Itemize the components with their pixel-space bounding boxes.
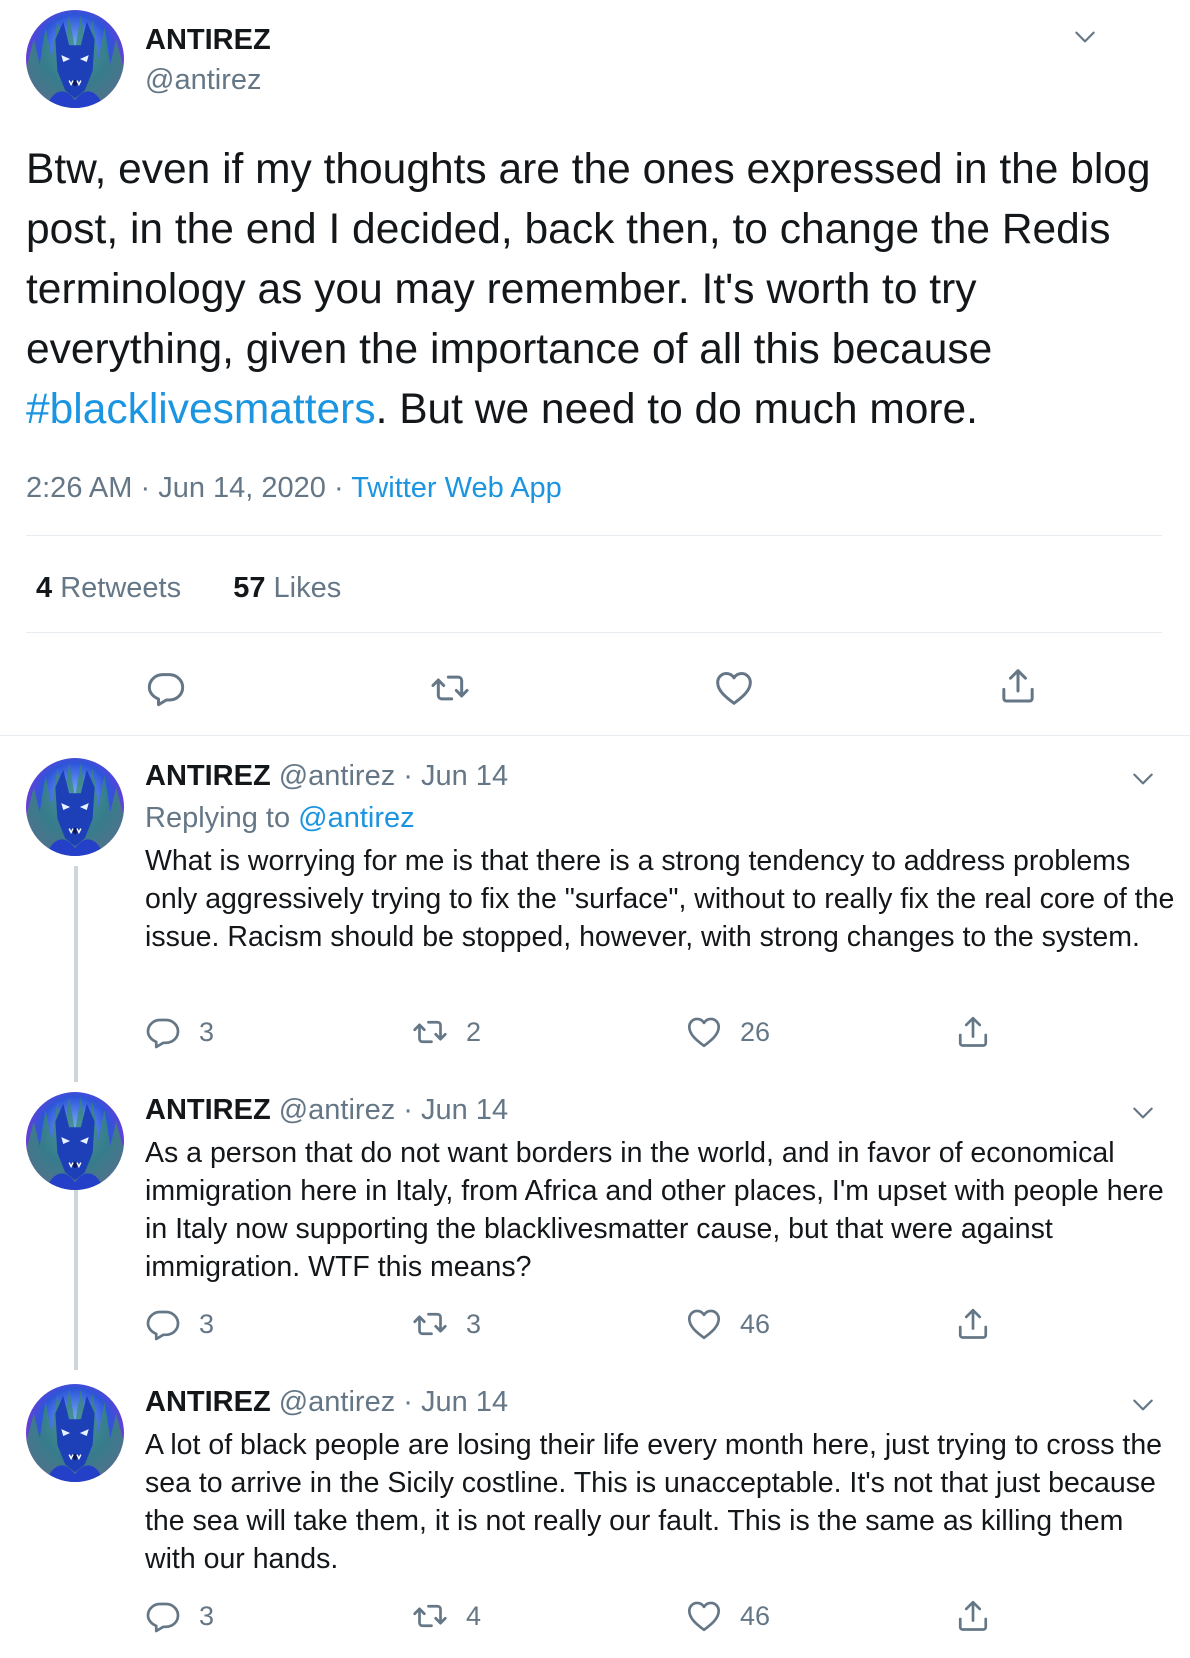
- reply-text: As a person that do not want borders in …: [145, 1137, 1164, 1283]
- separator: ·: [140, 472, 151, 504]
- retweets-stat[interactable]: 4 Retweets: [36, 572, 181, 604]
- retweet-count: 4: [466, 1600, 482, 1631]
- author-display-name[interactable]: ANTIREZ: [145, 760, 271, 792]
- share-icon: [955, 1598, 991, 1634]
- likes-count: 57: [233, 572, 266, 604]
- thread-line: [74, 1190, 78, 1370]
- divider: [26, 535, 1162, 536]
- author-display-name[interactable]: ANTIREZ: [145, 1386, 271, 1418]
- retweets-count: 4: [36, 572, 53, 604]
- author-handle[interactable]: @antirez: [145, 64, 261, 97]
- reply-icon[interactable]: [146, 668, 186, 708]
- share-button[interactable]: [955, 1014, 1009, 1050]
- replying-to-label: Replying to: [145, 802, 291, 834]
- share-button[interactable]: [955, 1598, 1009, 1634]
- tweet-text-body: Btw, even if my thoughts are the ones ex…: [26, 146, 1151, 373]
- tweet-stats: 4 Retweets 57 Likes: [36, 572, 341, 605]
- tweet-text-end: . But we need to do much more.: [375, 386, 978, 433]
- author-display-name[interactable]: ANTIREZ: [145, 24, 271, 57]
- share-icon: [955, 1306, 991, 1342]
- reply-text: A lot of black people are losing their l…: [145, 1429, 1163, 1575]
- tweet-text: Btw, even if my thoughts are the ones ex…: [26, 140, 1166, 440]
- like-icon[interactable]: [714, 668, 754, 708]
- reply-text: What is worrying for me is that there is…: [145, 845, 1175, 953]
- avatar-image: [26, 1384, 124, 1482]
- like-icon: [686, 1598, 722, 1634]
- retweet-icon: [412, 1014, 448, 1050]
- tweet-date[interactable]: · Jun 14: [403, 760, 508, 792]
- replying-to: Replying to @antirez: [145, 802, 415, 835]
- chevron-down-icon[interactable]: [1130, 1100, 1156, 1126]
- reply-header: ANTIREZ @antirez · Jun 14: [145, 1386, 508, 1419]
- avatar[interactable]: [26, 758, 124, 856]
- retweets-label: Retweets: [60, 572, 182, 604]
- author-handle[interactable]: @antirez: [279, 760, 395, 792]
- separator: ·: [333, 472, 344, 504]
- author-display-name[interactable]: ANTIREZ: [145, 1094, 271, 1126]
- author-handle[interactable]: @antirez: [279, 1386, 395, 1418]
- like-icon: [686, 1306, 722, 1342]
- reply-icon: [145, 1014, 181, 1050]
- tweet-source-link[interactable]: Twitter Web App: [351, 472, 562, 504]
- reply-button[interactable]: 3: [145, 1306, 214, 1342]
- reply-icon: [145, 1598, 181, 1634]
- retweet-count: 3: [466, 1308, 482, 1339]
- like-icon: [686, 1014, 722, 1050]
- reply-header: ANTIREZ @antirez · Jun 14: [145, 1094, 508, 1127]
- avatar-image: [26, 758, 124, 856]
- tweet-meta: 2:26 AM · Jun 14, 2020 · Twitter Web App: [26, 472, 562, 505]
- hashtag-link[interactable]: #blacklivesmatters: [26, 386, 376, 433]
- reply-count: 3: [199, 1016, 215, 1047]
- tweet-time[interactable]: 2:26 AM: [26, 472, 132, 504]
- like-count: 26: [740, 1016, 771, 1047]
- like-button[interactable]: 26: [686, 1014, 770, 1050]
- reply-count: 3: [199, 1600, 215, 1631]
- like-button[interactable]: 46: [686, 1306, 770, 1342]
- like-count: 46: [740, 1308, 771, 1339]
- avatar[interactable]: [26, 1384, 124, 1482]
- thread-line: [74, 866, 78, 1082]
- chevron-down-icon[interactable]: [1130, 766, 1156, 792]
- author-handle[interactable]: @antirez: [279, 1094, 395, 1126]
- reply-icon: [145, 1306, 181, 1342]
- reply-button[interactable]: 3: [145, 1598, 214, 1634]
- retweet-button[interactable]: 2: [412, 1014, 481, 1050]
- likes-stat[interactable]: 57 Likes: [233, 572, 341, 604]
- share-icon: [955, 1014, 991, 1050]
- retweet-button[interactable]: 4: [412, 1598, 481, 1634]
- divider: [26, 632, 1162, 633]
- avatar[interactable]: [26, 10, 124, 108]
- replying-to-handle[interactable]: @antirez: [298, 802, 414, 834]
- avatar[interactable]: [26, 1092, 124, 1190]
- tweet-date[interactable]: Jun 14, 2020: [158, 472, 326, 504]
- avatar-image: [26, 1092, 124, 1190]
- retweet-icon: [412, 1598, 448, 1634]
- retweet-count: 2: [466, 1016, 482, 1047]
- avatar-image: [26, 10, 124, 108]
- tweet-date[interactable]: · Jun 14: [403, 1094, 508, 1126]
- like-button[interactable]: 46: [686, 1598, 770, 1634]
- reply-count: 3: [199, 1308, 215, 1339]
- chevron-down-icon[interactable]: [1130, 1392, 1156, 1418]
- reply-button[interactable]: 3: [145, 1014, 214, 1050]
- retweet-icon: [412, 1306, 448, 1342]
- divider: [0, 735, 1190, 736]
- share-icon[interactable]: [998, 666, 1038, 706]
- retweet-icon[interactable]: [430, 668, 470, 708]
- reply-header: ANTIREZ @antirez · Jun 14: [145, 760, 508, 793]
- retweet-button[interactable]: 3: [412, 1306, 481, 1342]
- tweet-date[interactable]: · Jun 14: [403, 1386, 508, 1418]
- share-button[interactable]: [955, 1306, 1009, 1342]
- chevron-down-icon[interactable]: [1072, 24, 1098, 50]
- like-count: 46: [740, 1600, 771, 1631]
- likes-label: Likes: [273, 572, 342, 604]
